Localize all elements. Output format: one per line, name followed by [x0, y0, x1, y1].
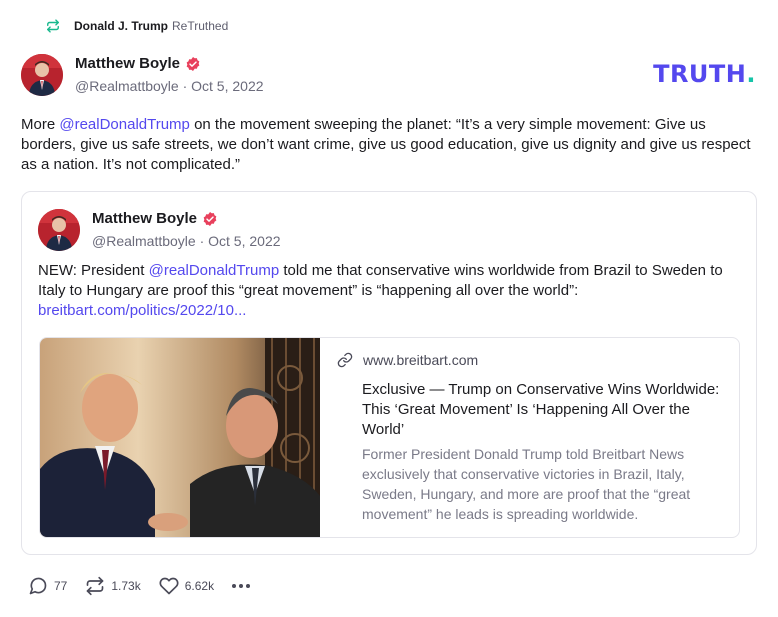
- link-preview-image: [40, 338, 320, 537]
- action-bar: 77 1.73k 6.62k: [28, 576, 268, 596]
- quote-mention-link[interactable]: @realDonaldTrump: [149, 262, 280, 279]
- truth-logo[interactable]: TRUTH.: [653, 60, 756, 88]
- quote-author-name[interactable]: Matthew Boyle: [92, 210, 197, 227]
- retruth-button[interactable]: 1.73k: [85, 576, 141, 596]
- more-options-icon[interactable]: [232, 576, 251, 596]
- link-description: Former President Donald Trump told Breit…: [362, 446, 691, 522]
- retruth-label: ReTruthed: [172, 19, 229, 33]
- retruth-user[interactable]: Donald J. Trump: [74, 19, 168, 33]
- quote-body: NEW: President @realDonaldTrump told me …: [38, 261, 738, 321]
- link-preview-card[interactable]: www.breitbart.com Exclusive — Trump on C…: [39, 337, 740, 538]
- post-meta: @Realmattboyle · Oct 5, 2022: [75, 78, 264, 94]
- avatar[interactable]: [21, 54, 63, 96]
- post-body: More @realDonaldTrump on the movement sw…: [21, 115, 756, 175]
- verified-icon: [203, 211, 217, 226]
- quote-meta: @Realmattboyle · Oct 5, 2022: [92, 233, 281, 249]
- link-preview-body: www.breitbart.com Exclusive — Trump on C…: [337, 352, 727, 524]
- logo-text: TRUTH: [653, 60, 747, 88]
- verified-icon: [186, 56, 200, 71]
- quote-text-before: NEW: President: [38, 262, 149, 279]
- link-title[interactable]: Exclusive — Trump on Conservative Wins W…: [362, 380, 727, 440]
- quote-author: Matthew Boyle @Realmattboyle · Oct 5, 20…: [92, 210, 281, 249]
- heart-icon: [159, 577, 179, 595]
- reply-count: 77: [54, 579, 68, 593]
- author-name[interactable]: Matthew Boyle: [75, 55, 180, 72]
- quoted-post-card[interactable]: Matthew Boyle @Realmattboyle · Oct 5, 20…: [21, 191, 757, 555]
- retruth-action-icon: [87, 576, 104, 596]
- quote-url-link[interactable]: breitbart.com/politics/2022/10...: [38, 302, 246, 319]
- post-author: Matthew Boyle @Realmattboyle · Oct 5, 20…: [75, 55, 264, 94]
- link-icon: [337, 352, 353, 368]
- retruth-icon: [47, 19, 59, 33]
- like-count: 6.62k: [184, 579, 215, 593]
- link-domain: www.breitbart.com: [363, 352, 479, 368]
- reply-icon: [29, 577, 47, 595]
- like-button[interactable]: 6.62k: [159, 576, 214, 596]
- post-text-before: More: [21, 116, 60, 133]
- retruth-header: Donald J. Trump ReTruthed: [46, 19, 228, 33]
- reply-button[interactable]: 77: [28, 576, 67, 596]
- retruth-count: 1.73k: [111, 579, 141, 593]
- post-mention-link[interactable]: @realDonaldTrump: [59, 116, 190, 133]
- logo-dot: .: [746, 60, 756, 88]
- quote-avatar[interactable]: [38, 209, 80, 251]
